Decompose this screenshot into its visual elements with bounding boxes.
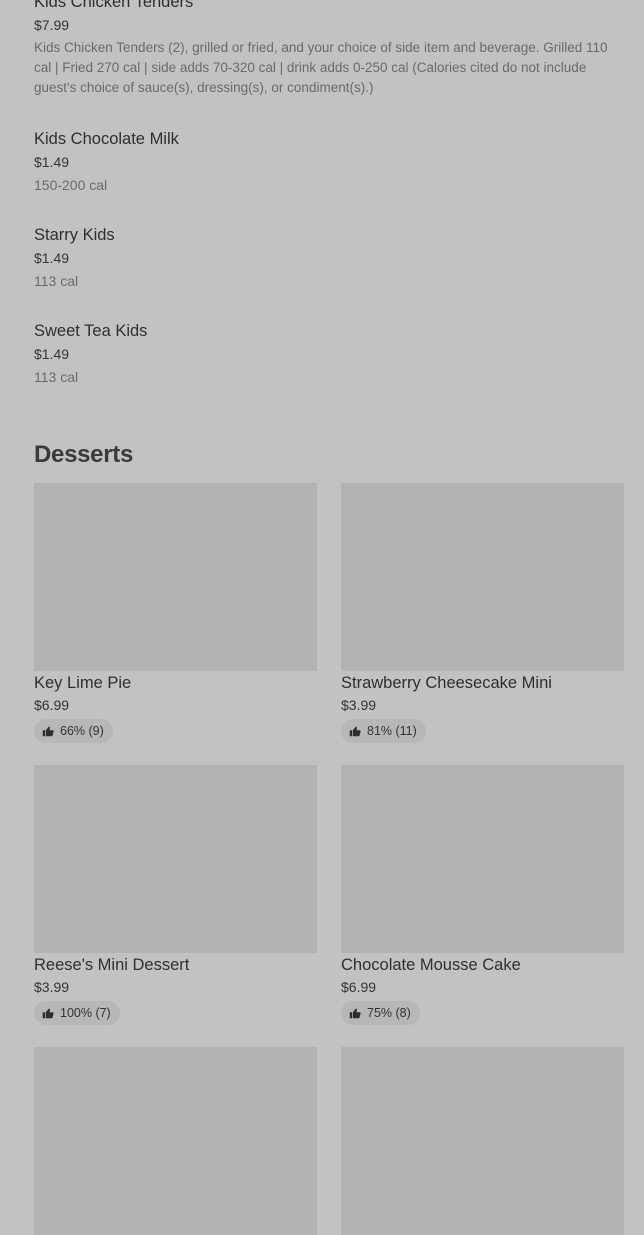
menu-card-partial[interactable] — [34, 1047, 317, 1235]
item-name: Key Lime Pie — [34, 674, 132, 692]
menu-card-partial[interactable] — [341, 1047, 624, 1235]
menu-item-sweet-tea-kids[interactable]: Sweet Tea Kids $1.49 113 cal — [34, 320, 624, 386]
item-image[interactable] — [34, 1047, 317, 1235]
menu-card-chocolate-mousse-cake[interactable]: Chocolate Mousse Cake $6.99 75% (8) — [341, 765, 624, 1025]
item-image[interactable] — [34, 765, 317, 953]
item-name: Reese's Mini Dessert — [34, 956, 190, 974]
menu-card-key-lime-pie[interactable]: Key Lime Pie $6.99 66% (9) — [34, 483, 317, 743]
item-image[interactable] — [341, 483, 624, 671]
thumbs-up-icon — [42, 1008, 54, 1019]
menu-item-kids-chicken-tenders[interactable]: Kids Chicken Tenders $7.99 Kids Chicken … — [34, 0, 624, 98]
menu-content: Kids Chicken Tenders $7.99 Kids Chicken … — [34, 0, 624, 1235]
item-name: Starry Kids — [34, 226, 115, 244]
rating-text: 66% (9) — [60, 724, 104, 738]
item-price: $3.99 — [341, 697, 377, 713]
menu-card-strawberry-cheesecake-mini[interactable]: Strawberry Cheesecake Mini $3.99 81% (11… — [341, 483, 624, 743]
item-name: Sweet Tea Kids — [34, 322, 148, 340]
thumbs-up-icon — [349, 726, 361, 737]
section-title-desserts: Desserts — [34, 441, 134, 468]
rating-text: 100% (7) — [60, 1006, 111, 1020]
item-name: Chocolate Mousse Cake — [341, 956, 521, 974]
rating-badge: 66% (9) — [34, 719, 113, 743]
item-name: Strawberry Cheesecake Mini — [341, 674, 552, 692]
item-price: $3.99 — [34, 979, 70, 995]
rating-text: 75% (8) — [367, 1006, 411, 1020]
item-price: $7.99 — [34, 17, 70, 33]
item-price: $1.49 — [34, 346, 70, 362]
rating-badge: 100% (7) — [34, 1001, 120, 1025]
item-calories: 113 cal — [34, 273, 79, 289]
menu-item-kids-chocolate-milk[interactable]: Kids Chocolate Milk $1.49 150-200 cal — [34, 128, 624, 194]
rating-badge: 81% (11) — [341, 719, 426, 743]
item-name: Kids Chocolate Milk — [34, 130, 179, 148]
item-price: $1.49 — [34, 250, 70, 266]
item-name: Kids Chicken Tenders — [34, 0, 194, 11]
item-calories: 113 cal — [34, 369, 79, 385]
menu-item-starry-kids[interactable]: Starry Kids $1.49 113 cal — [34, 224, 624, 290]
thumbs-up-icon — [349, 1008, 361, 1019]
item-price: $6.99 — [341, 979, 377, 995]
item-calories: 150-200 cal — [34, 177, 108, 193]
item-image[interactable] — [34, 483, 317, 671]
item-price: $1.49 — [34, 154, 70, 170]
rating-badge: 75% (8) — [341, 1001, 420, 1025]
desserts-grid: Key Lime Pie $6.99 66% (9) Strawberry Ch… — [34, 483, 624, 1235]
rating-text: 81% (11) — [367, 724, 417, 738]
menu-card-reeses-mini-dessert[interactable]: Reese's Mini Dessert $3.99 100% (7) — [34, 765, 317, 1025]
item-price: $6.99 — [34, 697, 70, 713]
item-image[interactable] — [341, 765, 624, 953]
item-image[interactable] — [341, 1047, 624, 1235]
item-description: Kids Chicken Tenders (2), grilled or fri… — [34, 40, 608, 95]
thumbs-up-icon — [42, 726, 54, 737]
